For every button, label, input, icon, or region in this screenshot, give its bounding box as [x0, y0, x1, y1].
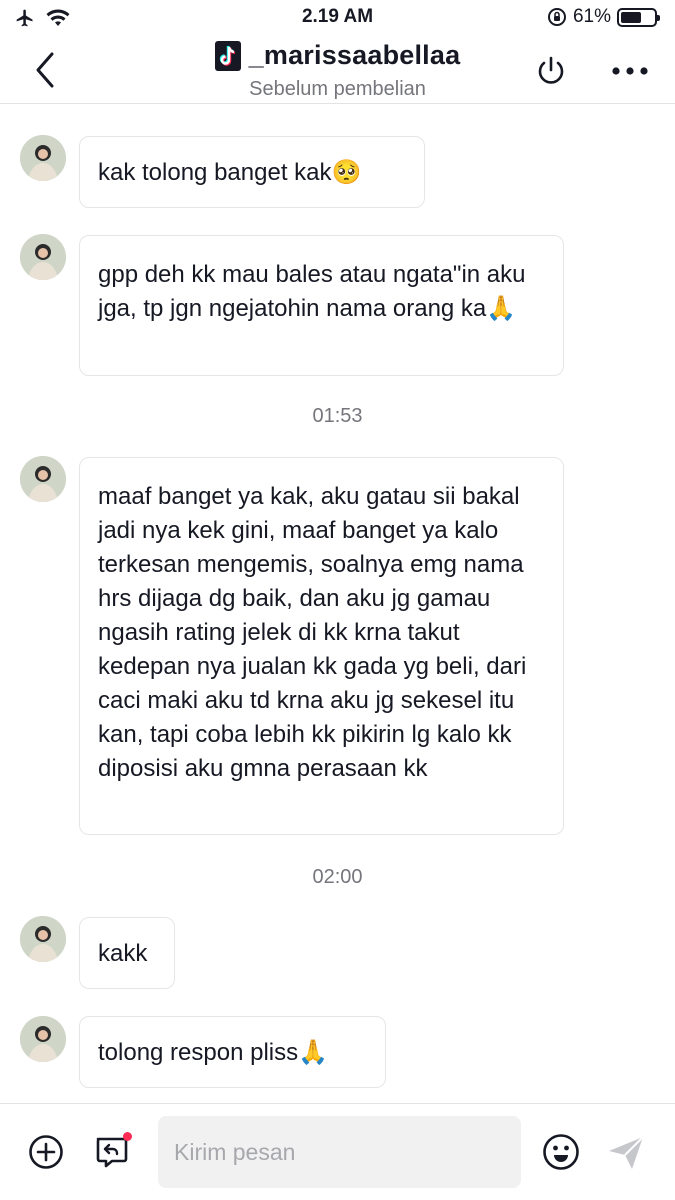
- battery-level: [621, 11, 641, 23]
- emoji-icon[interactable]: [542, 1133, 580, 1171]
- composer-bar: [0, 1103, 675, 1200]
- message-text: kak tolong banget kak🥺: [98, 159, 362, 186]
- chat-subtitle: Sebelum pembelian: [249, 77, 426, 100]
- orientation-lock-icon: [547, 8, 566, 26]
- more-options-icon[interactable]: [610, 64, 650, 78]
- timestamp: 02:00: [312, 866, 363, 888]
- chat-username: _marissaabellaa: [248, 40, 461, 70]
- message-bubble[interactable]: kakk: [79, 917, 175, 989]
- message-text: maaf banget ya kak, aku gatau sii bakal …: [98, 483, 527, 782]
- status-bar: 2.19 AM 61%: [0, 0, 675, 36]
- quick-reply-button[interactable]: [94, 1132, 132, 1170]
- sender-avatar[interactable]: [20, 916, 66, 962]
- sender-avatar[interactable]: [20, 456, 66, 502]
- message-bubble[interactable]: kak tolong banget kak🥺: [79, 136, 425, 208]
- timestamp: 01:53: [312, 405, 363, 427]
- battery-icon: [617, 7, 660, 27]
- chat-header: _marissaabellaa Sebelum pembelian: [0, 36, 675, 104]
- message-bubble[interactable]: maaf banget ya kak, aku gatau sii bakal …: [79, 457, 564, 835]
- message-text: kakk: [98, 940, 148, 967]
- message-input[interactable]: [158, 1116, 521, 1188]
- dm-screen: 2.19 AM 61% _marissaabellaa Sebelum pemb…: [0, 0, 675, 1200]
- notification-dot: [123, 1132, 132, 1141]
- sender-avatar[interactable]: [20, 234, 66, 280]
- battery-percent: 61%: [572, 6, 611, 27]
- message-bubble[interactable]: gpp deh kk mau bales atau ngata"in aku j…: [79, 235, 564, 376]
- message-text: gpp deh kk mau bales atau ngata"in aku j…: [98, 261, 526, 322]
- tiktok-icon: [214, 40, 241, 71]
- message-text: tolong respon pliss🙏: [98, 1039, 329, 1066]
- power-icon[interactable]: [534, 54, 568, 88]
- sender-avatar[interactable]: [20, 135, 66, 181]
- message-bubble[interactable]: tolong respon pliss🙏: [79, 1016, 386, 1088]
- header-title-block[interactable]: _marissaabellaa Sebelum pembelian: [0, 40, 675, 101]
- sender-avatar[interactable]: [20, 1016, 66, 1062]
- send-icon[interactable]: [606, 1134, 646, 1172]
- status-right: 61%: [547, 6, 660, 28]
- add-icon[interactable]: [28, 1134, 64, 1170]
